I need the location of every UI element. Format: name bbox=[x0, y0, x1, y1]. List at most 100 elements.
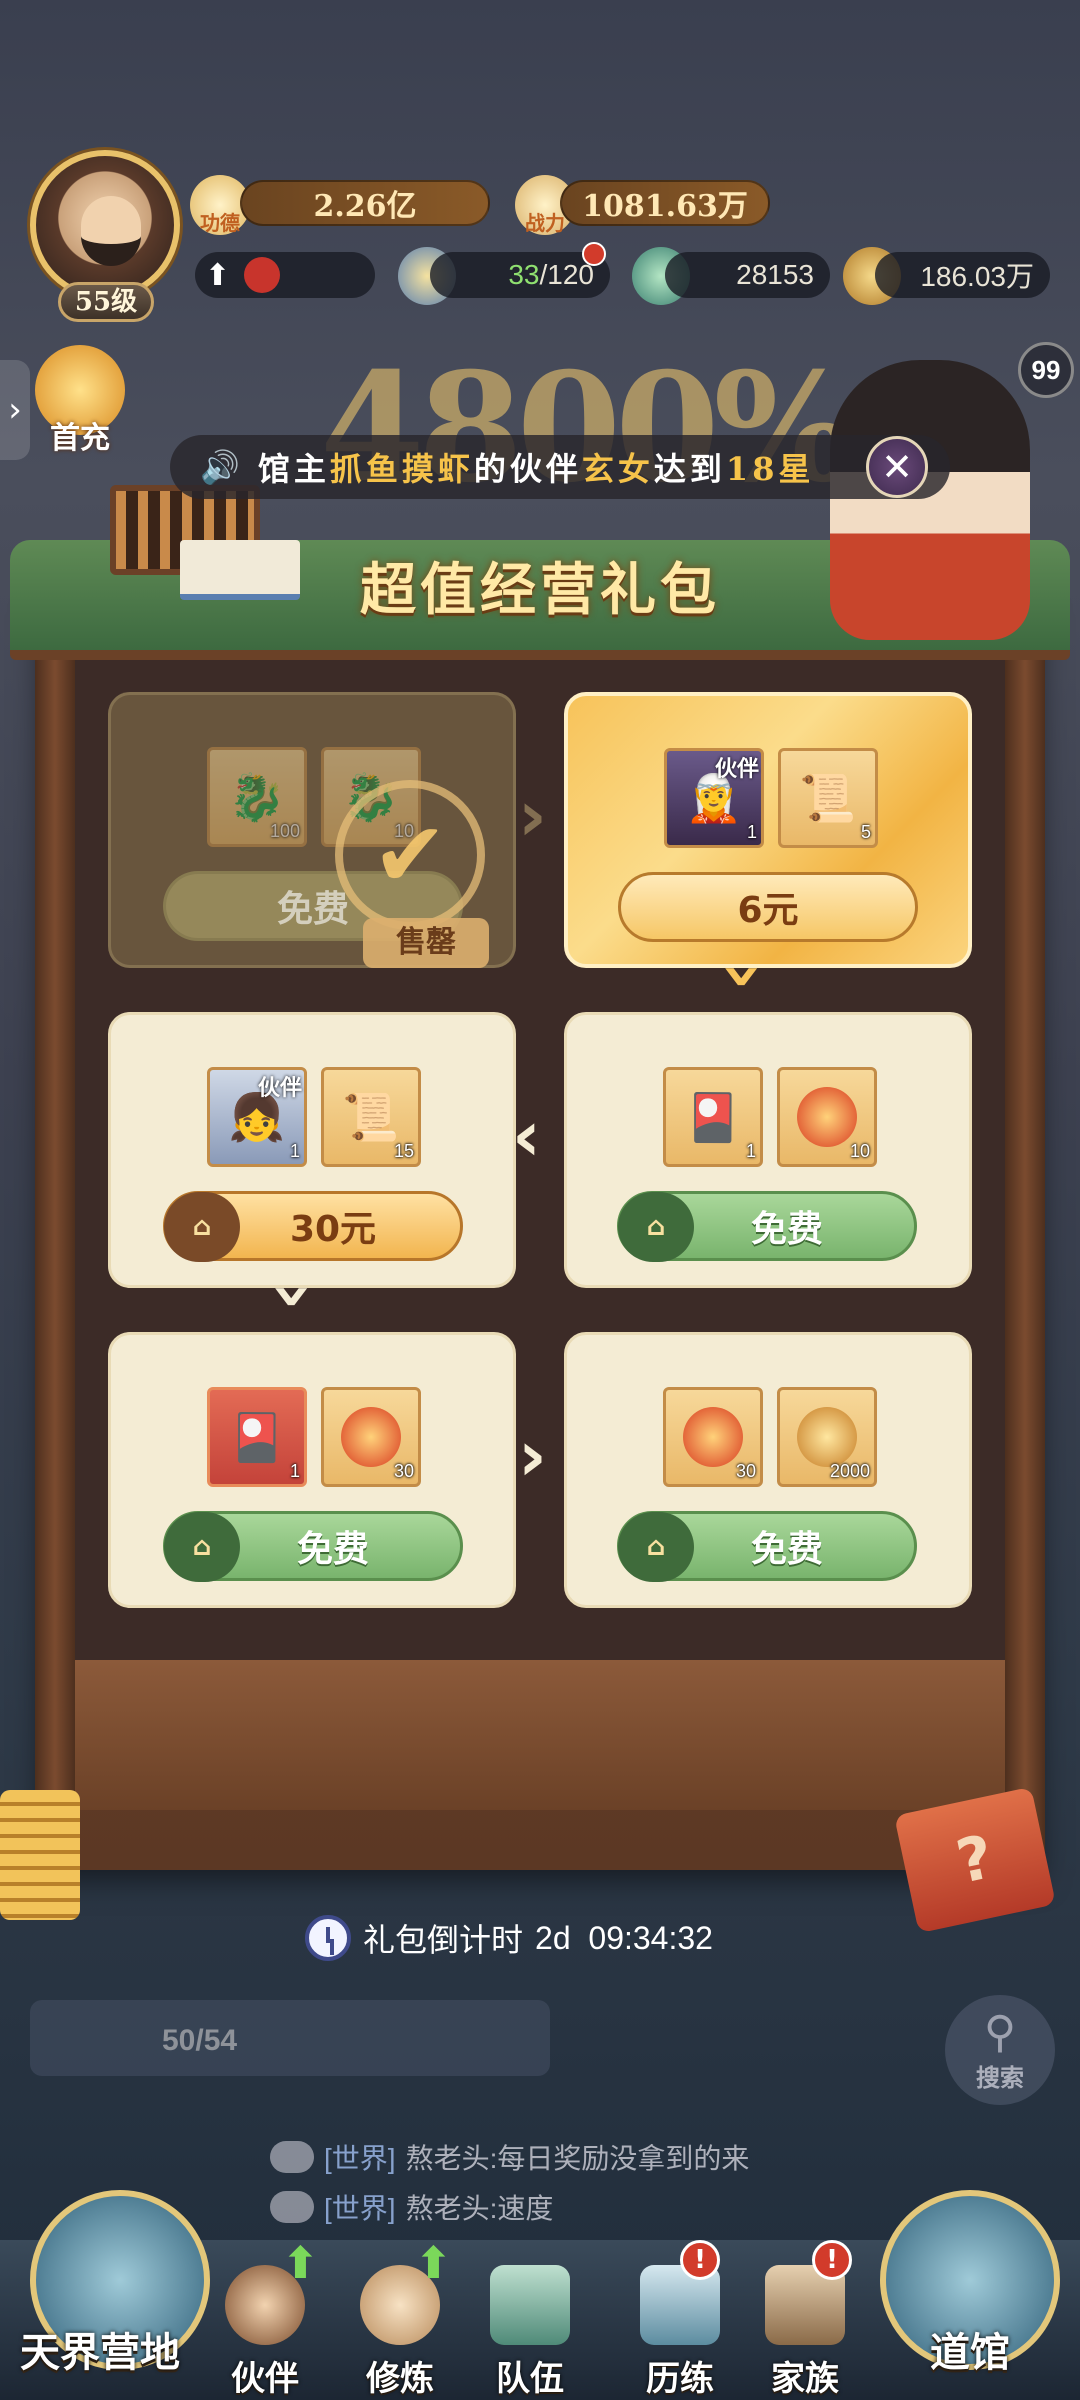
timer-value: 2d 09:34:32 bbox=[535, 1919, 713, 1956]
down-arrow-icon: › bbox=[253, 1281, 336, 1311]
player-avatar[interactable] bbox=[30, 150, 180, 300]
dragon-icon: 🐉 bbox=[228, 770, 286, 824]
lock-icon: ⌂ bbox=[164, 1192, 240, 1262]
button-label: 6元 bbox=[737, 890, 799, 931]
side-badge-count: 99 bbox=[1018, 342, 1074, 398]
item-qty: 5 bbox=[860, 822, 871, 842]
left-expand-arrow-icon[interactable]: › bbox=[0, 360, 30, 460]
reward-item: 📜 15 bbox=[321, 1067, 421, 1167]
item-qty: 2000 bbox=[829, 1461, 870, 1481]
announce-stars: 18星 bbox=[725, 450, 815, 488]
gift-card-2: 🧝 伙伴 1 📜 5 6元 bbox=[564, 692, 972, 968]
gift-timer: 礼包倒计时 2d 09:34:32 bbox=[305, 1910, 713, 1966]
nav-trial[interactable]: 历练 bbox=[620, 2250, 740, 2400]
buy-30-yuan-button[interactable]: ⌂ 30元 bbox=[163, 1191, 463, 1262]
stamina-alert-dot bbox=[582, 242, 606, 266]
button-label: 免费 bbox=[276, 889, 349, 930]
nav-label-team: 队伍 bbox=[496, 2359, 564, 2399]
timer-label: 礼包倒计时 bbox=[363, 1922, 524, 1958]
scroll-icon: 📜 bbox=[799, 771, 857, 825]
chat-channel: [世界] bbox=[324, 2193, 396, 2224]
progress-panel bbox=[30, 2000, 550, 2076]
power-bar: 1081.63万 bbox=[560, 180, 770, 226]
lock-icon: ⌂ bbox=[618, 1512, 694, 1582]
player-level-badge: 55级 bbox=[58, 282, 154, 322]
announce-partner: 玄女 bbox=[581, 450, 654, 488]
reward-item: 🐉 100 bbox=[207, 747, 307, 847]
power-label: 战力 bbox=[525, 210, 565, 235]
clock-icon bbox=[305, 1915, 351, 1961]
fish-value: 28153 bbox=[736, 259, 814, 290]
button-label: 30元 bbox=[289, 1209, 377, 1250]
sold-out-label: 售罄 bbox=[363, 918, 489, 968]
claim-free-button[interactable]: ⌂ 免费 bbox=[617, 1191, 917, 1262]
gold-orb-icon bbox=[797, 1407, 857, 1467]
announcement-bar: 🔊 馆主 抓鱼摸虾 的伙伴 玄女 达到 18星 bbox=[170, 435, 950, 499]
buff-badge-icon bbox=[244, 257, 281, 293]
announce-player: 抓鱼摸虾 bbox=[329, 450, 474, 488]
stamina-current: 33 bbox=[508, 259, 540, 290]
button-label: 免费 bbox=[296, 1529, 369, 1570]
nav-team[interactable]: 队伍 bbox=[470, 2250, 590, 2400]
lock-icon: ⌂ bbox=[618, 1192, 694, 1262]
gift-card-5: 🎴 1 30 ⌂ 免费 bbox=[108, 1332, 516, 1608]
next-arrow-icon: › bbox=[518, 775, 547, 857]
scroll-icon: 📜 bbox=[342, 1090, 400, 1144]
partner-tag: 伙伴 bbox=[714, 756, 759, 781]
fish-bar[interactable]: 28153 bbox=[665, 252, 830, 298]
partner-tag: 伙伴 bbox=[257, 1075, 302, 1100]
next-arrow-icon: › bbox=[518, 1415, 547, 1497]
reward-item: 👧 伙伴 1 bbox=[207, 1067, 307, 1167]
claim-free-button[interactable]: ⌂ 免费 bbox=[163, 1511, 463, 1582]
coin-bar[interactable]: 186.03万 bbox=[875, 252, 1050, 298]
buff-bar[interactable]: ⬆ bbox=[195, 252, 375, 298]
item-qty: 1 bbox=[745, 1141, 756, 1161]
alert-badge: ! bbox=[680, 2240, 720, 2280]
down-arrow-icon: › bbox=[703, 961, 786, 991]
item-qty: 15 bbox=[393, 1141, 414, 1161]
portrait-card-icon: 🎴 bbox=[228, 1410, 286, 1464]
chat-text: 熬老头:每日奖励没拿到的来 bbox=[405, 2143, 750, 2174]
search-label: 搜索 bbox=[976, 2063, 1024, 2092]
luck-orb-icon bbox=[341, 1407, 401, 1467]
nav-label-partner: 伙伴 bbox=[231, 2359, 299, 2399]
reward-item: 2000 bbox=[777, 1387, 877, 1487]
search-button[interactable]: ⚲ 搜索 bbox=[945, 1995, 1055, 2105]
chat-bubble-icon bbox=[270, 2191, 314, 2223]
reward-item: 🎴 1 bbox=[207, 1387, 307, 1487]
shop-title: 超值经营礼包 bbox=[360, 557, 720, 623]
luck-orb-icon bbox=[683, 1407, 743, 1467]
item-qty: 30 bbox=[393, 1461, 414, 1481]
chat-message[interactable]: [世界] 熬老头:速度 bbox=[270, 2187, 553, 2227]
close-button[interactable]: ✕ bbox=[866, 436, 928, 498]
announce-prefix: 馆主 bbox=[257, 450, 330, 488]
gift-card-4: 🎴 1 10 ⌂ 免费 bbox=[564, 1012, 972, 1288]
first-charge-button[interactable]: 首充 bbox=[35, 345, 125, 456]
nav-label-hall: 道馆 bbox=[930, 2329, 1010, 2376]
nav-label-family: 家族 bbox=[771, 2359, 839, 2399]
search-icon: ⚲ bbox=[983, 2007, 1017, 2058]
nav-label-train: 修炼 bbox=[366, 2359, 434, 2399]
cabinet-right-post bbox=[1005, 620, 1045, 1860]
power-value: 1081.63万 bbox=[582, 189, 748, 224]
checkmark-icon: ✔ bbox=[335, 780, 485, 930]
merit-value: 2.26亿 bbox=[313, 189, 417, 224]
first-charge-label: 首充 bbox=[50, 421, 110, 456]
nav-label-camp: 天界营地 bbox=[20, 2329, 180, 2376]
gift-card-6: 30 2000 ⌂ 免费 bbox=[564, 1332, 972, 1608]
item-qty: 1 bbox=[289, 1141, 300, 1161]
chat-message[interactable]: [世界] 熬老头:每日奖励没拿到的来 bbox=[270, 2137, 749, 2177]
chat-channel: [世界] bbox=[324, 2143, 396, 2174]
speaker-icon: 🔊 bbox=[200, 448, 244, 486]
buy-6-yuan-button[interactable]: 6元 bbox=[618, 872, 918, 942]
luck-orb-icon bbox=[797, 1087, 857, 1147]
chat-text: 熬老头:速度 bbox=[405, 2193, 554, 2224]
portrait-card-icon: 🎴 bbox=[684, 1090, 742, 1144]
coin-value: 186.03万 bbox=[920, 261, 1034, 292]
claim-free-button[interactable]: ⌂ 免费 bbox=[617, 1511, 917, 1582]
merit-label: 功德 bbox=[200, 210, 240, 235]
progress-value: 50/54 bbox=[162, 2024, 238, 2057]
stamina-max: /120 bbox=[539, 259, 595, 290]
avatar-face bbox=[81, 196, 141, 266]
cabinet-left-post bbox=[35, 620, 75, 1860]
